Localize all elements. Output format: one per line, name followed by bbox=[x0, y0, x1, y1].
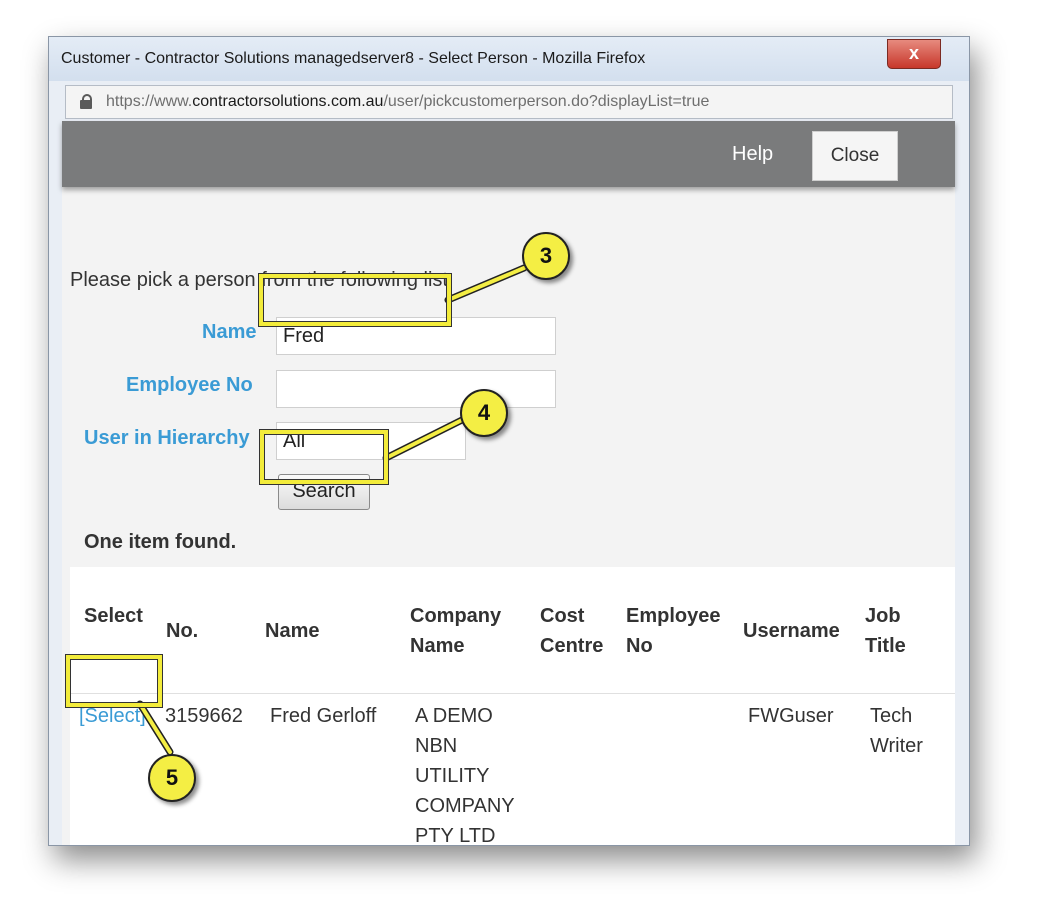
col-header-username: Username bbox=[743, 620, 840, 642]
close-button[interactable]: Close bbox=[812, 131, 898, 181]
cell-company-line: NBN bbox=[415, 735, 458, 757]
col-header-company-name: Company Name bbox=[410, 601, 501, 661]
col-header-no: No. bbox=[166, 620, 199, 642]
hierarchy-label: User in Hierarchy bbox=[84, 427, 250, 449]
callout-step-5: 5 bbox=[148, 754, 196, 802]
cell-company-name: A DEMO NBN UTILITY COMPANY PTY LTD bbox=[415, 701, 515, 851]
url-path: /user/pickcustomerperson.do?displayList=… bbox=[383, 93, 710, 110]
lock-icon bbox=[80, 94, 92, 109]
url-domain: contractorsolutions.com.au bbox=[192, 93, 384, 110]
address-bar[interactable]: https://www.contractorsolutions.com.au/u… bbox=[65, 85, 953, 119]
header-divider bbox=[70, 693, 955, 694]
cell-company-line: COMPANY bbox=[415, 795, 515, 817]
url-prefix: https://www. bbox=[106, 93, 193, 110]
col-header-name: Name bbox=[265, 620, 320, 642]
col-header-company-line: Name bbox=[410, 635, 465, 657]
col-header-company-line: Company bbox=[410, 605, 502, 627]
highlight-search-button bbox=[260, 430, 388, 484]
cell-company-line: PTY LTD bbox=[415, 825, 496, 847]
col-header-select: Select bbox=[84, 605, 143, 627]
cell-no: 3159662 bbox=[165, 705, 243, 727]
col-header-job-line: Job bbox=[865, 605, 901, 627]
col-header-job-title: Job Title bbox=[865, 601, 906, 661]
col-header-employee-line: Employee bbox=[626, 605, 721, 627]
callout-step-4: 4 bbox=[460, 389, 508, 437]
cell-username: FWGuser bbox=[748, 705, 834, 727]
callout-step-3: 3 bbox=[522, 232, 570, 280]
highlight-name-field bbox=[259, 274, 451, 326]
page-content: Help Close Please pick a person from the… bbox=[62, 121, 955, 847]
window-close-icon[interactable]: x bbox=[887, 39, 941, 69]
title-bar: Customer - Contractor Solutions manageds… bbox=[49, 37, 969, 81]
cell-job-line: Writer bbox=[870, 735, 923, 757]
browser-popup-window: Customer - Contractor Solutions manageds… bbox=[48, 36, 970, 847]
result-count: One item found. bbox=[84, 531, 237, 553]
cell-company-line: A DEMO bbox=[415, 705, 493, 727]
col-header-cost-line: Centre bbox=[540, 635, 604, 657]
cell-name: Fred Gerloff bbox=[270, 705, 377, 727]
cell-job-title: Tech Writer bbox=[870, 701, 923, 761]
col-header-employee-line: No bbox=[626, 635, 653, 657]
col-header-cost-centre: Cost Centre bbox=[540, 601, 603, 661]
help-link[interactable]: Help bbox=[732, 143, 773, 166]
background bbox=[0, 0, 48, 914]
employee-no-label: Employee No bbox=[126, 374, 253, 396]
url-text[interactable]: https://www.contractorsolutions.com.au/u… bbox=[106, 93, 709, 111]
window-title: Customer - Contractor Solutions manageds… bbox=[61, 50, 646, 67]
col-header-employee-no: Employee No bbox=[626, 601, 720, 661]
cell-company-line: UTILITY bbox=[415, 765, 490, 787]
results-table: Select No. Name Company Name Cost Centre… bbox=[70, 567, 955, 847]
col-header-cost-line: Cost bbox=[540, 605, 585, 627]
highlight-select-link bbox=[66, 655, 162, 707]
name-label: Name bbox=[202, 321, 257, 343]
employee-no-input[interactable] bbox=[276, 370, 556, 408]
app-header: Help Close bbox=[62, 121, 955, 187]
cell-job-line: Tech bbox=[870, 705, 913, 727]
col-header-job-line: Title bbox=[865, 635, 906, 657]
